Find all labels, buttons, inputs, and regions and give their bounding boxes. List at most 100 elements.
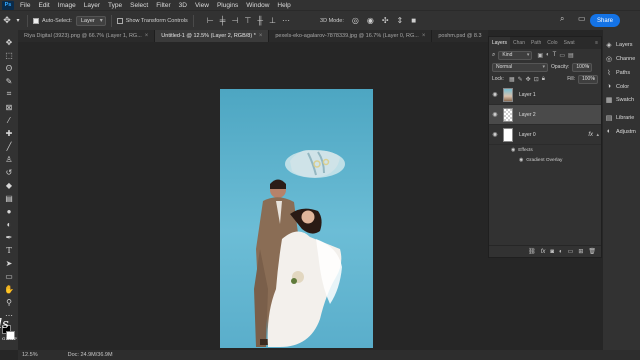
brush-tool-icon[interactable]: ╱ [2,140,16,152]
align-top-icon[interactable]: ⊤ [244,16,251,25]
add-mask-icon[interactable]: ◙ [550,249,554,255]
fx-menu-icon[interactable]: fx [541,249,546,255]
strip-adjustments[interactable]: ◐ Adjustm [603,125,640,138]
close-icon[interactable]: × [145,33,149,39]
frame-tool-icon[interactable]: ⊠ [2,101,16,113]
tab-pexels[interactable]: pexels-eko-agalarov-7878339.jpg @ 16.7% … [269,30,433,42]
tab-swatches[interactable]: Swat [561,37,578,49]
adjustment-layer-icon[interactable]: ◐ [559,249,563,255]
strip-layers[interactable]: ◈ Layers [603,38,640,52]
align-bottom-icon[interactable]: ⊥ [269,16,276,25]
pixel-filter-icon[interactable]: ▣ [537,52,543,59]
eyedropper-tool-icon[interactable]: ⁄ [2,114,16,126]
3d-roll-icon[interactable]: ◉ [367,16,374,25]
delete-layer-icon[interactable]: 🗑︎ [588,248,596,255]
align-middle-icon[interactable]: ╫ [257,16,263,25]
strip-color[interactable]: ◑ Color [603,80,640,93]
healing-brush-icon[interactable]: ✚ [2,127,16,139]
doc-size[interactable]: Doc: 24.9M/36.9M [68,352,113,358]
effects-row[interactable]: ◉ Effects [489,145,601,155]
history-brush-icon[interactable]: ↺ [2,166,16,178]
auto-select-target-dropdown[interactable]: Layer [75,15,106,26]
menu-view[interactable]: View [191,2,213,9]
visibility-eye-icon[interactable]: ◉ [489,131,501,138]
marquee-tool-icon[interactable]: ⬚ [2,49,16,61]
path-select-tool-icon[interactable]: ➤ [2,257,16,269]
blur-tool-icon[interactable]: ● [2,205,16,217]
strip-libraries[interactable]: ▤ Librarie [603,111,640,125]
menu-file[interactable]: File [16,2,34,9]
layer-row-layer-1[interactable]: ◉ Layer 1 [489,85,601,105]
lock-position-icon[interactable]: ✥ [526,76,531,83]
3d-orbit-icon[interactable]: ◎ [352,16,359,25]
fill-field[interactable]: 100% [578,74,598,84]
workspace-icon[interactable]: ▭ [578,14,586,23]
tab-poshm[interactable]: poshm.psd @ 8.3 [432,30,488,42]
menu-help[interactable]: Help [273,2,294,9]
chevron-up-icon[interactable]: ▴ [596,132,599,138]
tab-layers[interactable]: Layers [489,37,511,49]
align-right-icon[interactable]: ⊣ [231,16,238,25]
new-layer-icon[interactable]: ⊞ [578,248,583,255]
distribute-icon[interactable]: ⋯ [282,16,290,25]
visibility-eye-icon[interactable]: ◉ [511,148,515,153]
blend-mode-dropdown[interactable]: Normal [492,62,548,72]
document-canvas[interactable] [220,89,373,348]
3d-slide-icon[interactable]: ⇕ [397,16,404,25]
dodge-tool-icon[interactable]: ◐ [2,218,16,230]
menu-filter[interactable]: Filter [152,2,174,9]
crop-tool-icon[interactable]: ⌗ [2,88,16,100]
pen-tool-icon[interactable]: ✒ [2,231,16,243]
move-tool-icon[interactable]: ✥ [0,14,14,28]
3d-pan-icon[interactable]: ✣ [382,16,389,25]
type-filter-icon[interactable]: T [553,52,557,59]
visibility-eye-icon[interactable]: ◉ [519,158,523,163]
lock-all-icon[interactable]: 🔒︎ [542,76,545,83]
auto-select-checkbox[interactable]: Auto-Select: [33,17,72,24]
shape-filter-icon[interactable]: ▭ [559,52,565,59]
stamp-tool-icon[interactable]: ♙ [2,153,16,165]
smart-object-filter-icon[interactable]: ▤ [568,52,574,59]
move-tool-icon[interactable]: ✥ [2,36,16,48]
tab-paths[interactable]: Path [528,37,544,49]
share-button[interactable]: Share [589,14,620,27]
lock-artboard-icon[interactable]: ⊡ [534,76,539,83]
layer-row-layer-0[interactable]: ◉ Layer 0 fx ▴ [489,125,601,145]
transform-controls-checkbox[interactable]: Show Transform Controls [116,17,188,24]
align-left-icon[interactable]: ⊢ [207,16,214,25]
type-tool-icon[interactable]: T [2,244,16,256]
zoom-tool-icon[interactable]: ⚲ [2,296,16,308]
visibility-eye-icon[interactable]: ◉ [489,111,501,118]
menu-layer[interactable]: Layer [80,2,104,9]
gradient-overlay-row[interactable]: ◉ Gradient Overlay [489,155,601,165]
tab-channels[interactable]: Chan [510,37,528,49]
shape-tool-icon[interactable]: ▭ [2,270,16,282]
kind-filter-dropdown[interactable]: Kind [498,50,533,60]
align-center-icon[interactable]: ╪ [220,16,226,25]
visibility-eye-icon[interactable]: ◉ [489,91,501,98]
adjustment-filter-icon[interactable]: ◐ [546,52,550,59]
tab-untitled-1[interactable]: Untitled-1 @ 12.5% (Layer 2, RGB/8) * × [155,30,270,42]
canvas-area[interactable] [18,42,488,350]
menu-plugins[interactable]: Plugins [213,2,242,9]
3d-scale-icon[interactable]: ■ [411,16,416,25]
lock-transparent-icon[interactable]: ▦ [509,76,515,83]
hand-tool-icon[interactable]: ✋ [2,283,16,295]
fx-icon[interactable]: fx [588,132,593,138]
tab-color[interactable]: Colo [544,37,560,49]
opacity-field[interactable]: 100% [572,62,593,72]
close-icon[interactable]: × [259,33,263,39]
strip-swatches[interactable]: ▦ Swatch [603,93,640,107]
menu-edit[interactable]: Edit [34,2,53,9]
new-group-icon[interactable]: ▭ [568,248,574,255]
menu-image[interactable]: Image [54,2,80,9]
strip-channels[interactable]: ◎ Channe [603,52,640,66]
menu-window[interactable]: Window [242,2,273,9]
tool-preset-chevron-icon[interactable]: ▾ [14,14,22,28]
strip-paths[interactable]: ⌇ Paths [603,66,640,80]
lock-image-icon[interactable]: ✎ [518,76,523,83]
tab-riya-digital[interactable]: Riya Digital (3923).png @ 66.7% (Layer 1… [18,30,156,42]
menu-select[interactable]: Select [126,2,152,9]
search-icon[interactable]: ⌕ [560,14,564,24]
lasso-tool-icon[interactable]: ʘ [2,62,16,74]
